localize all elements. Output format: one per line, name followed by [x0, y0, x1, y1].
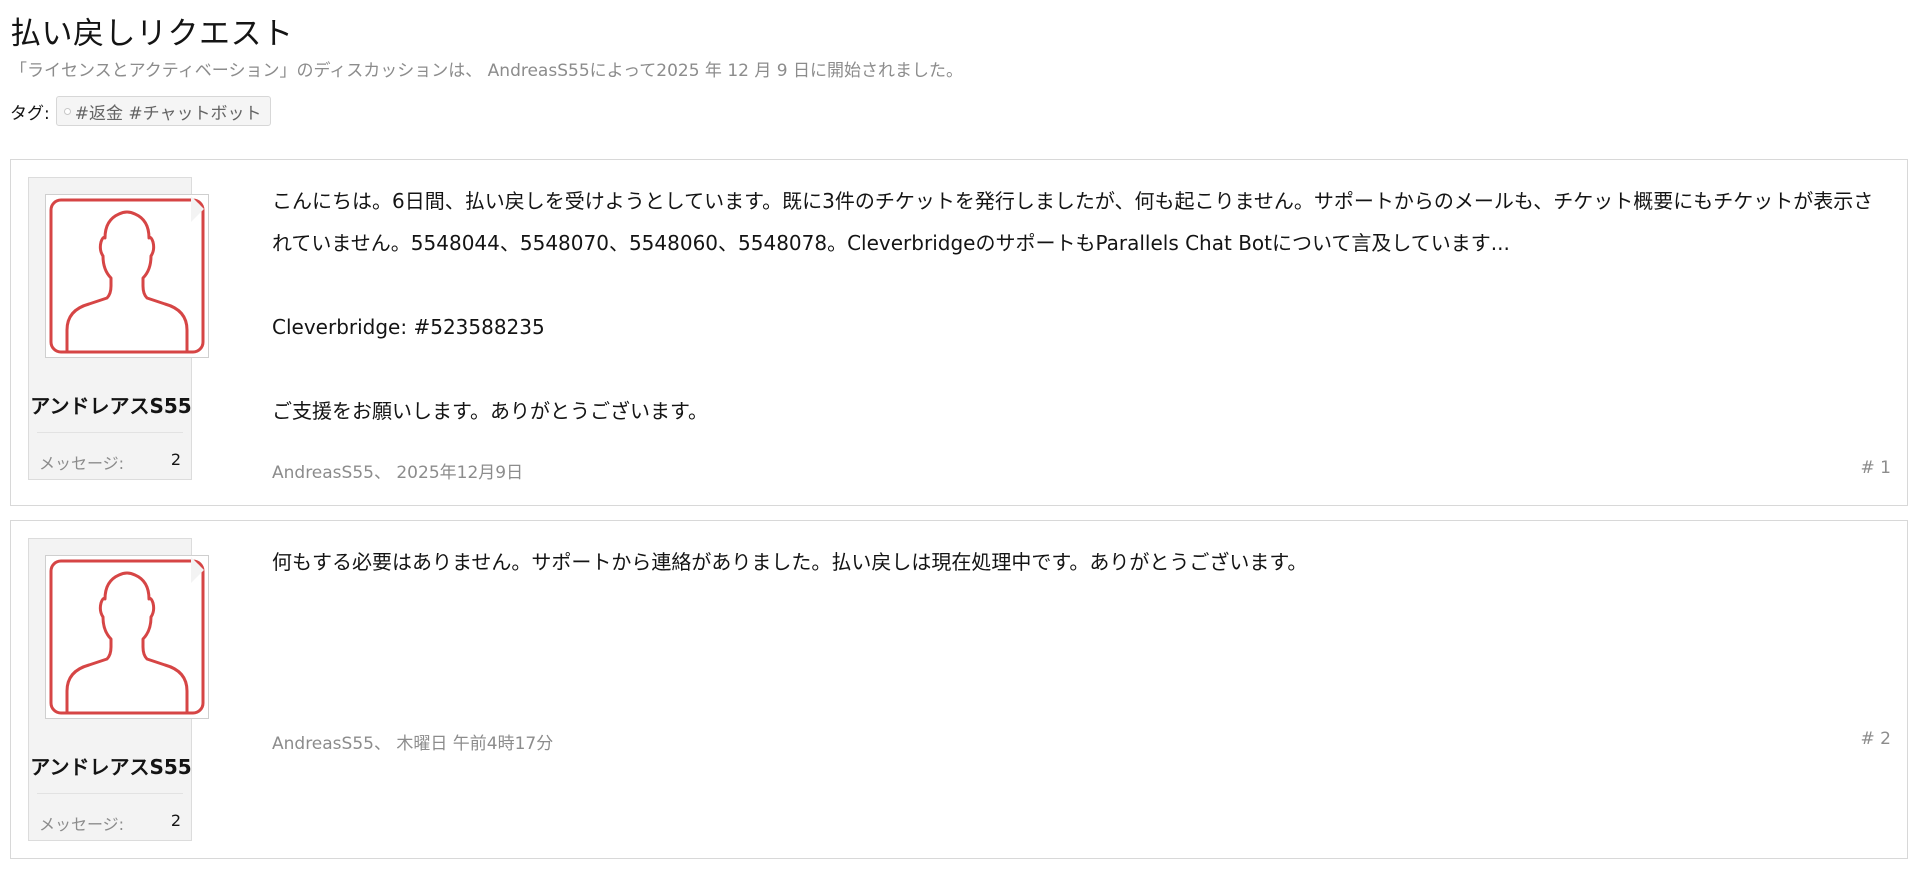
- post-paragraph: 何もする必要はありません。サポートから連絡がありました。払い戻しは現在処理中です…: [272, 550, 1308, 574]
- username[interactable]: アンドレアスS55: [29, 751, 193, 780]
- messages-count[interactable]: 2: [171, 450, 181, 469]
- messages-label: メッセージ:: [39, 815, 125, 834]
- post-permalink[interactable]: # 1: [1861, 458, 1891, 478]
- tag-row: タグ: #返金 #チャットボット: [10, 96, 272, 126]
- messages-count[interactable]: 2: [171, 811, 181, 830]
- post-meta[interactable]: AndreasS55、 2025年12月9日: [272, 458, 523, 483]
- tags-label: タグ:: [10, 103, 50, 124]
- post-meta[interactable]: AndreasS55、 木曜日 午前4時17分: [272, 729, 553, 754]
- messages-label: メッセージ:: [39, 454, 125, 473]
- avatar[interactable]: [45, 194, 209, 358]
- post-paragraph: Cleverbridge: #523588235: [272, 315, 545, 339]
- post-permalink[interactable]: # 2: [1861, 729, 1891, 749]
- thread-description: 「ライセンスとアクティベーション」のディスカッションは、 AndreasS55に…: [10, 61, 963, 81]
- divider: [37, 432, 183, 433]
- post-1: アンドレアスS55 メッセージ: 2 こんにちは。6日間、払い戻しを受けようとし…: [10, 159, 1908, 506]
- username[interactable]: アンドレアスS55: [29, 390, 193, 419]
- avatar[interactable]: [45, 555, 209, 719]
- default-user-silhouette-icon: [49, 559, 205, 715]
- post-body: こんにちは。6日間、払い戻しを受けようとしています。既に3件のチケットを発行しま…: [272, 180, 1891, 432]
- default-user-silhouette-icon: [49, 198, 205, 354]
- divider: [37, 793, 183, 794]
- post-paragraph: ご支援をお願いします。ありがとうございます。: [272, 399, 708, 423]
- tag-text: #返金 #チャットボット: [74, 103, 262, 124]
- page-title: 払い戻しリクエスト: [10, 16, 294, 52]
- post-body: 何もする必要はありません。サポートから連絡がありました。払い戻しは現在処理中です…: [272, 541, 1891, 583]
- thread-page: 払い戻しリクエスト 「ライセンスとアクティベーション」のディスカッションは、 A…: [0, 0, 1920, 878]
- tag-icon: [63, 108, 71, 115]
- post-2: アンドレアスS55 メッセージ: 2 何もする必要はありません。サポートから連絡…: [10, 520, 1908, 859]
- post-paragraph: こんにちは。6日間、払い戻しを受けようとしています。既に3件のチケットを発行しま…: [272, 189, 1874, 255]
- user-card: アンドレアスS55 メッセージ: 2: [28, 177, 209, 480]
- user-card: アンドレアスS55 メッセージ: 2: [28, 538, 209, 841]
- tag-link[interactable]: #返金 #チャットボット: [55, 96, 272, 126]
